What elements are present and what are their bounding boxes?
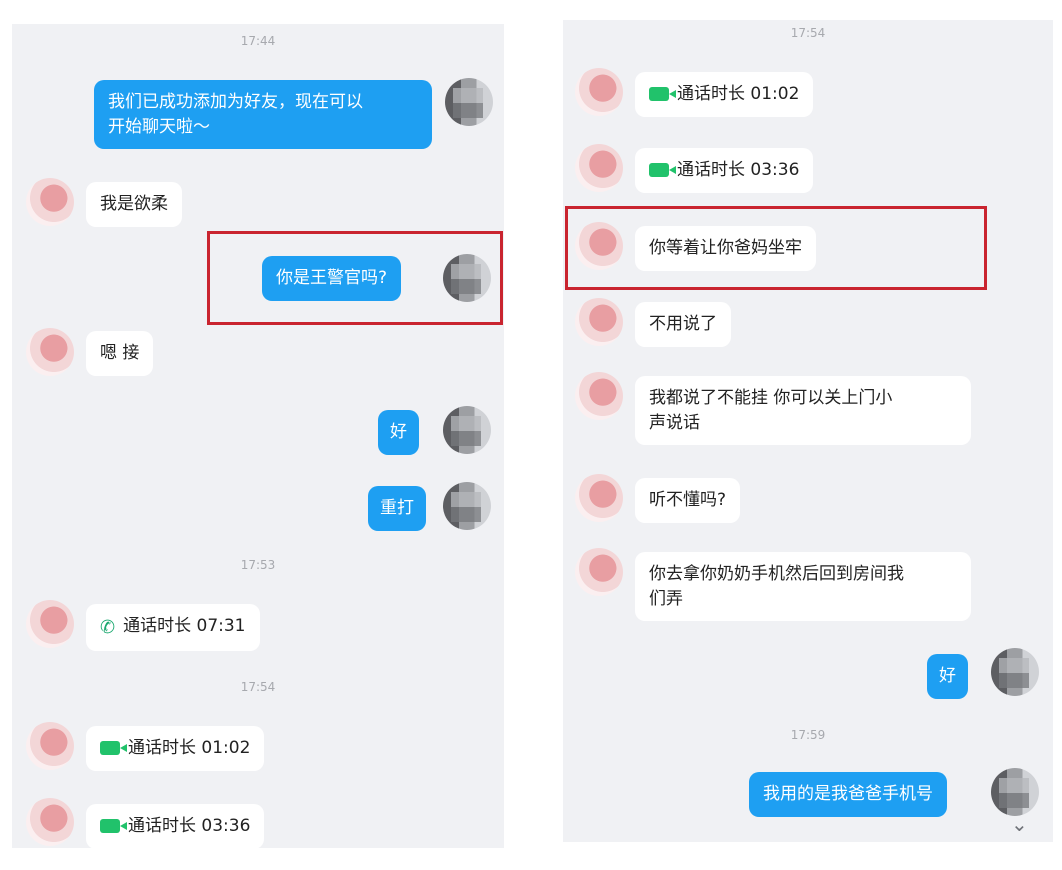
message-bubble-self[interactable]: 你是王警官吗?	[262, 256, 402, 301]
self-avatar[interactable]	[991, 768, 1039, 816]
timestamp: 17:53	[240, 558, 276, 572]
self-avatar[interactable]	[443, 254, 491, 302]
call-duration-label: 通话时长 07:31	[123, 616, 246, 636]
peer-avatar[interactable]	[575, 68, 623, 116]
call-record-bubble[interactable]: 通话时长 01:02	[86, 726, 265, 771]
message-bubble-self[interactable]: 我用的是我爸爸手机号	[749, 772, 947, 817]
self-avatar[interactable]	[445, 78, 493, 126]
timestamp: 17:54	[240, 680, 276, 694]
message-bubble-peer[interactable]: 嗯 接	[86, 331, 154, 376]
video-call-icon	[100, 741, 127, 755]
call-duration-label: 通话时长 03:36	[128, 816, 251, 836]
chevron-down-icon[interactable]: ⌄	[1011, 812, 1028, 836]
peer-avatar[interactable]	[26, 600, 74, 648]
video-call-icon	[100, 819, 127, 833]
message-bubble-self[interactable]: 重打	[368, 486, 426, 531]
peer-avatar[interactable]	[575, 298, 623, 346]
peer-avatar[interactable]	[26, 798, 74, 846]
call-duration-label: 通话时长 01:02	[128, 738, 251, 758]
peer-avatar[interactable]	[26, 328, 74, 376]
timestamp: 17:44	[240, 34, 276, 48]
self-avatar[interactable]	[443, 406, 491, 454]
message-bubble-peer[interactable]: 听不懂吗?	[635, 478, 741, 523]
call-duration-label: 通话时长 01:02	[677, 84, 800, 104]
peer-avatar[interactable]	[575, 372, 623, 420]
message-bubble-peer[interactable]: 你等着让你爸妈坐牢	[635, 226, 816, 271]
video-call-icon	[649, 163, 676, 177]
chat-panel-right: 17:54 通话时长 01:02 通话时长 03:36 你等着让你爸妈坐牢 不用…	[563, 20, 1053, 842]
message-bubble-peer[interactable]: 不用说了	[635, 302, 731, 347]
peer-avatar[interactable]	[26, 178, 74, 226]
call-record-bubble[interactable]: 通话时长 01:02	[635, 72, 814, 117]
peer-avatar[interactable]	[575, 474, 623, 522]
video-call-icon	[649, 87, 676, 101]
timestamp: 17:59	[790, 728, 826, 742]
peer-avatar[interactable]	[575, 144, 623, 192]
call-duration-label: 通话时长 03:36	[677, 160, 800, 180]
message-bubble-peer[interactable]: 你去拿你奶奶手机然后回到房间我 们弄	[635, 552, 971, 622]
peer-avatar[interactable]	[26, 722, 74, 770]
message-bubble-peer[interactable]: 我是欲柔	[86, 182, 182, 227]
message-bubble-self[interactable]: 好	[378, 410, 419, 455]
call-record-bubble[interactable]: 通话时长 03:36	[635, 148, 814, 193]
peer-avatar[interactable]	[575, 548, 623, 596]
chat-panel-left: 17:44 我们已成功添加为好友，现在可以 开始聊天啦～ 我是欲柔 你是王警官吗…	[12, 24, 504, 848]
message-bubble-peer[interactable]: 我都说了不能挂 你可以关上门小 声说话	[635, 376, 971, 446]
peer-avatar[interactable]	[575, 222, 623, 270]
phone-call-icon: ✆	[100, 617, 116, 638]
message-bubble-self[interactable]: 好	[927, 654, 968, 699]
message-bubble-self[interactable]: 我们已成功添加为好友，现在可以 开始聊天啦～	[94, 80, 432, 150]
timestamp: 17:54	[790, 26, 826, 40]
call-record-bubble[interactable]: ✆ 通话时长 07:31	[86, 604, 260, 652]
call-record-bubble[interactable]: 通话时长 03:36	[86, 804, 265, 848]
self-avatar[interactable]	[991, 648, 1039, 696]
self-avatar[interactable]	[443, 482, 491, 530]
